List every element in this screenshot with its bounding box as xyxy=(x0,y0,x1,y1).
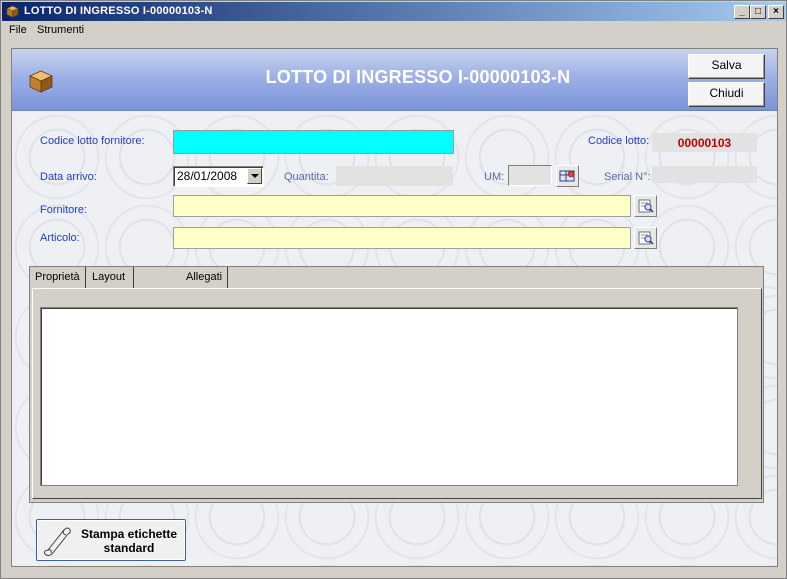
tab-layout-di-stampa[interactable]: Layout di stampa xyxy=(87,267,135,323)
tab-allegati[interactable]: Allegati xyxy=(181,267,229,288)
chevron-down-icon[interactable] xyxy=(247,168,262,184)
units-table-icon xyxy=(559,170,575,182)
window-title: LOTTO DI INGRESSO I-00000103-N xyxy=(24,5,213,17)
data-arrivo-label: Data arrivo: xyxy=(40,171,97,183)
quantita-label: Quantita: xyxy=(284,171,329,183)
minimize-button[interactable]: _ xyxy=(734,5,750,19)
search-icon xyxy=(638,231,654,245)
fornitore-label: Fornitore: xyxy=(40,204,88,216)
codice-lotto-label: Codice lotto: xyxy=(588,135,650,147)
articolo-input[interactable] xyxy=(173,227,631,249)
print-labels-line2: standard xyxy=(103,541,155,555)
maximize-button[interactable]: □ xyxy=(750,5,766,19)
title-bar[interactable]: LOTTO DI INGRESSO I-00000103-N _ □ × xyxy=(2,2,786,21)
print-labels-line1: Stampa etichette xyxy=(80,527,178,541)
serial-label: Serial N°: xyxy=(604,171,651,183)
quantita-input[interactable] xyxy=(336,166,453,186)
form-title: LOTTO DI INGRESSO I-00000103-N xyxy=(265,67,571,87)
print-labels-text: Stampa etichette standard xyxy=(75,527,183,555)
box-icon xyxy=(6,5,19,18)
menu-bar: File Strumenti xyxy=(2,22,786,40)
articolo-search-button[interactable] xyxy=(634,227,657,249)
save-button[interactable]: Salva xyxy=(688,54,765,79)
form-panel: LOTTO DI INGRESSO I-00000103-N Salva Chi… xyxy=(11,48,778,567)
articolo-label: Articolo: xyxy=(40,232,80,244)
codice-lotto-fornitore-label: Codice lotto fornitore: xyxy=(40,135,145,147)
data-arrivo-datepicker[interactable]: 28/01/2008 xyxy=(173,166,264,187)
close-window-button[interactable]: × xyxy=(768,5,784,19)
data-arrivo-value: 28/01/2008 xyxy=(177,169,238,183)
um-input[interactable] xyxy=(508,165,552,186)
print-labels-button[interactable]: Stampa etichette standard xyxy=(36,519,186,561)
codice-lotto-fornitore-input[interactable] xyxy=(173,130,454,154)
um-label: UM: xyxy=(484,171,505,183)
menu-file[interactable]: File xyxy=(9,24,27,36)
menu-strumenti[interactable]: Strumenti xyxy=(37,24,84,36)
um-lookup-button[interactable] xyxy=(556,165,579,187)
form-header: LOTTO DI INGRESSO I-00000103-N Salva Chi… xyxy=(12,49,777,111)
close-button[interactable]: Chiudi xyxy=(688,82,765,107)
serial-input[interactable] xyxy=(652,166,757,183)
application-window: LOTTO DI INGRESSO I-00000103-N _ □ × Fil… xyxy=(0,0,787,579)
tab-proprieta[interactable]: Proprietà xyxy=(30,267,86,288)
codice-lotto-value: 00000103 xyxy=(652,133,757,152)
properties-area[interactable] xyxy=(40,307,738,486)
search-icon xyxy=(638,199,654,213)
fornitore-input[interactable] xyxy=(173,195,631,217)
fornitore-search-button[interactable] xyxy=(634,195,657,217)
scroll-icon xyxy=(43,527,71,556)
